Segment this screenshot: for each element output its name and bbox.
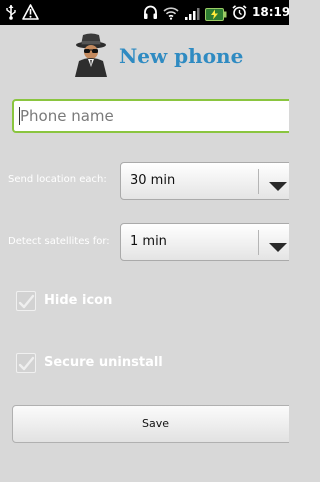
save-button-label: Save	[141, 417, 169, 430]
send-location-value: 30 min	[130, 173, 176, 188]
headphones-icon	[143, 5, 158, 24]
save-button[interactable]: Save	[12, 405, 289, 443]
battery-icon	[205, 6, 227, 25]
text-cursor	[19, 107, 20, 125]
dropdown-arrow-icon	[269, 238, 287, 257]
spinner-divider	[258, 169, 259, 194]
spy-icon	[71, 33, 113, 81]
status-time: 18:19	[252, 5, 289, 19]
spinner-divider	[258, 230, 259, 255]
dropdown-arrow-icon	[269, 177, 287, 196]
checkbox-checked-icon	[16, 291, 36, 311]
usb-icon	[5, 4, 17, 24]
send-location-label: Send location each:	[8, 174, 107, 185]
page-title: New phone	[119, 44, 244, 68]
warning-icon	[22, 4, 39, 24]
phone-name-input[interactable]	[12, 99, 289, 133]
screen: 18:19 New phone Phone name Send location…	[0, 0, 289, 482]
send-location-spinner[interactable]: 30 min	[120, 162, 289, 200]
wifi-icon	[163, 5, 179, 24]
status-bar: 18:19	[0, 0, 289, 25]
hide-icon-label: Hide icon	[44, 293, 113, 308]
alarm-icon	[232, 5, 247, 24]
signal-icon	[184, 5, 202, 24]
hide-icon-checkbox[interactable]: Hide icon	[16, 291, 276, 315]
detect-satellites-value: 1 min	[130, 234, 167, 249]
checkbox-checked-icon	[16, 353, 36, 373]
detect-satellites-spinner[interactable]: 1 min	[120, 223, 289, 261]
header: New phone	[0, 25, 289, 85]
detect-satellites-label: Detect satellites for:	[8, 236, 110, 247]
secure-uninstall-label: Secure uninstall	[44, 355, 163, 370]
secure-uninstall-checkbox[interactable]: Secure uninstall	[16, 353, 276, 377]
